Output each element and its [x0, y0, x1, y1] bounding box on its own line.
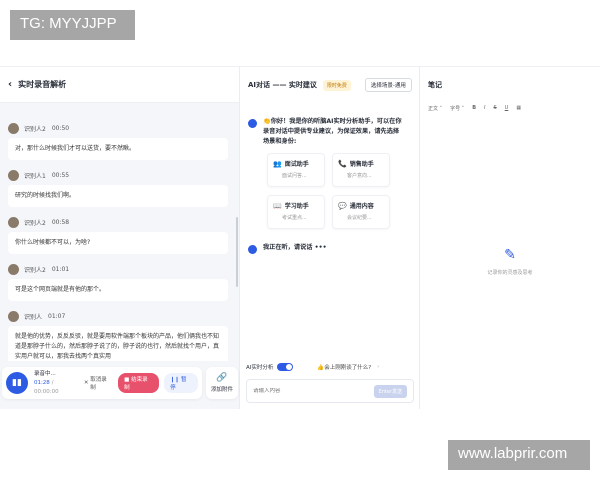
watermark-top: TG: MYYJJPP	[10, 10, 135, 40]
typing-icon: •••	[314, 244, 327, 251]
panel-title: 实时录音解析	[18, 80, 67, 89]
list-item: 识别人2 00:58 你什么时候都不可以，为啥?	[8, 215, 228, 254]
list-item: 识别人1 00:55 研究的时候找我们啊。	[8, 168, 228, 207]
transcript-panel: ‹ 实时录音解析 识别人2 00:50 对，那什么时候我们才可以送货，要不然瞅。 …	[0, 67, 240, 409]
message-text: 对，那什么时候我们才可以送货，要不然瞅。	[8, 138, 228, 160]
timestamp: 00:58	[51, 218, 70, 226]
notes-empty-state: ✎ 记录你的灵感及思考	[420, 247, 600, 276]
greeting-text: 👏你好！我是你的听脑AI实时分析助手，可以在你录音对话中提供专业建议，为保证效果…	[263, 118, 402, 145]
avatar	[8, 310, 19, 322]
transcript-list[interactable]: 识别人2 00:50 对，那什么时候我们才可以送货，要不然瞅。 识别人1 00:55…	[0, 121, 236, 361]
recorder-info: 录音中... 01:28 / 00:00:00	[34, 370, 78, 397]
timestamp: 00:50	[51, 124, 70, 132]
paperclip-icon: 🔗	[216, 373, 228, 383]
panel-title: 笔记	[428, 81, 442, 89]
ai-toggle-row: AI实时分析 👍会上刚刚谈了什么? ›	[246, 363, 416, 371]
italic-button[interactable]: I	[484, 105, 485, 111]
pause-icon: ❙❙	[170, 377, 182, 383]
format-toolbar: 正文 ˅ 字号 ˅ B I S U ▦	[420, 103, 600, 113]
avatar	[8, 169, 19, 181]
bot-message: 我正在听，请说话 •••	[248, 243, 403, 254]
end-recording-button[interactable]: ■ 结束录制	[118, 373, 160, 393]
message-text: 你什么时候都不可以，为啥?	[8, 232, 228, 254]
timestamp: 01:07	[48, 312, 66, 320]
avatar	[8, 122, 19, 134]
status-badge: 限时免费	[322, 79, 351, 91]
speaker-name: 识别人2	[24, 125, 46, 133]
card-subtitle: 会议纪要...	[347, 215, 372, 221]
pause-button[interactable]: ❙❙ 暂停	[164, 373, 199, 393]
recorder-total: 00:00:00	[33, 388, 59, 395]
message-text: 可是这个网页端就是有他的那个。	[8, 279, 228, 301]
notes-panel: 笔记 正文 ˅ 字号 ˅ B I S U ▦ ✎ 记录你的灵感及思考	[420, 67, 600, 409]
bold-button[interactable]: B	[472, 105, 476, 111]
add-attachment-button[interactable]: 🔗 添加附件	[206, 367, 238, 399]
bot-icon	[248, 245, 257, 254]
style-select[interactable]: 正文 ˅	[428, 105, 442, 112]
ai-toggle-label: AI实时分析	[246, 365, 274, 371]
recorder-status: 录音中...	[33, 370, 56, 377]
strikethrough-button[interactable]: S	[493, 105, 496, 111]
app-window: ‹ 实时录音解析 识别人2 00:50 对，那什么时候我们才可以送货，要不然瞅。 …	[0, 66, 600, 409]
card-interview[interactable]: 👥 面试助手 面试问答...	[267, 153, 325, 187]
card-study[interactable]: 📖 学习助手 考试重点...	[267, 195, 325, 229]
ai-chat-panel: AI对话 —— 实时建议 限时免费 选择场景-通用 👏你好！我是你的听脑AI实时…	[240, 67, 420, 409]
chat-input-box: Enter发送	[246, 379, 414, 403]
recorder-bar: ▮▮ 录音中... 01:28 / 00:00:00 ✕ 取消录制 ■ 结束录制…	[2, 367, 202, 399]
avatar	[8, 216, 19, 228]
font-size-select[interactable]: 字号 ˅	[450, 105, 464, 112]
speaker-name: 识别人2	[24, 219, 46, 227]
people-icon: 👥	[273, 159, 282, 168]
bot-message: 👏你好！我是你的听脑AI实时分析助手，可以在你录音对话中提供专业建议，为保证效果…	[248, 117, 403, 147]
card-subtitle: 考试重点...	[282, 215, 307, 221]
timestamp: 00:55	[51, 171, 70, 179]
watermark-bottom: www.labprir.com	[448, 440, 590, 470]
notes-header: 笔记	[420, 67, 600, 103]
card-title: 销售助手	[349, 161, 374, 168]
card-subtitle: 客户意向...	[347, 173, 372, 179]
message-text: 研究的时候找我们啊。	[8, 185, 228, 207]
listening-text: 我正在听，请说话 •••	[263, 244, 327, 251]
list-item: 识别人 01:07 就是他的优势，反反反驳，就是要用软件端那个板块的产品，他们俩我…	[8, 309, 228, 361]
message-text: 就是他的优势，反反反驳，就是要用软件端那个板块的产品，他们俩我也不知道是那脖子什…	[8, 326, 228, 361]
card-subtitle: 面试问答...	[282, 173, 307, 179]
bot-icon	[248, 119, 257, 128]
image-icon[interactable]: ▦	[516, 105, 521, 111]
list-item: 识别人2 01:01 可是这个网页端就是有他的那个。	[8, 262, 228, 301]
chevron-right-icon[interactable]: ›	[377, 364, 379, 370]
chat-input[interactable]	[253, 388, 363, 394]
avatar	[8, 263, 19, 275]
cancel-recording-button[interactable]: ✕ 取消录制	[84, 375, 112, 391]
timestamp: 01:01	[51, 265, 70, 273]
chat-icon: 💬	[338, 201, 347, 210]
speaker-name: 识别人2	[24, 266, 46, 274]
speaker-name: 识别人1	[24, 172, 46, 180]
attach-label: 添加附件	[210, 387, 233, 393]
suggestion-chip[interactable]: 👍会上刚刚谈了什么?	[317, 363, 371, 371]
underline-button[interactable]: U	[505, 105, 509, 111]
speaker-name: 识别人	[24, 313, 43, 321]
card-title: 通用内容	[349, 203, 374, 210]
ai-analysis-toggle[interactable]	[277, 363, 294, 371]
cancel-label: 取消录制	[90, 377, 107, 391]
list-item: 识别人2 00:50 对，那什么时候我们才可以送货，要不然瞅。	[8, 121, 228, 160]
empty-text: 记录你的灵感及思考	[487, 270, 533, 276]
card-general[interactable]: 💬 通用内容 会议纪要...	[332, 195, 390, 229]
select-scene-button[interactable]: 选择场景-通用	[364, 78, 412, 92]
card-title: 学习助手	[284, 203, 309, 210]
phone-icon: 📞	[338, 159, 347, 168]
edit-note-icon: ✎	[504, 247, 516, 263]
panel-title: AI对话 —— 实时建议	[248, 81, 317, 89]
recorder-elapsed: 01:28	[33, 379, 50, 386]
scrollbar[interactable]	[236, 217, 238, 287]
send-button[interactable]: Enter发送	[373, 384, 407, 398]
back-icon[interactable]: ‹	[8, 79, 12, 90]
waveform-icon: ▮▮	[6, 372, 28, 394]
book-icon: 📖	[273, 201, 282, 210]
card-title: 面试助手	[284, 161, 309, 168]
card-sales[interactable]: 📞 销售助手 客户意向...	[332, 153, 390, 187]
transcript-header: ‹ 实时录音解析	[0, 67, 239, 103]
ai-chat-header: AI对话 —— 实时建议 限时免费 选择场景-通用	[240, 67, 419, 103]
